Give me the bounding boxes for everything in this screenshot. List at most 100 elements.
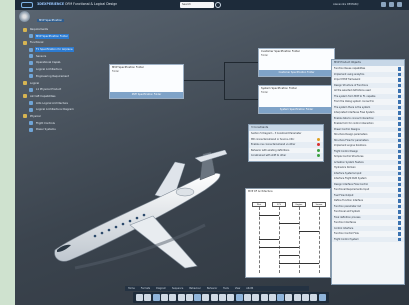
checkbox-icon[interactable] [397,155,401,159]
help-icon[interactable] [397,2,402,7]
sequence-message[interactable] [259,215,279,216]
measure-icon[interactable] [210,294,218,301]
checkbox-icon[interactable] [397,166,401,170]
checkbox-icon[interactable] [397,111,401,115]
checkbox-icon[interactable] [397,72,401,76]
action-bar-tab[interactable]: Tools [220,286,232,291]
tree-node[interactable]: F1 Specification for Airplane [23,47,119,54]
checkbox-icon[interactable] [397,138,401,142]
compass-logo-icon[interactable] [21,2,33,8]
checkbox-icon[interactable] [397,226,401,230]
action-bar-tab[interactable]: Diagram [153,286,169,291]
checkbox-icon[interactable] [397,127,401,131]
sequence-message[interactable] [299,231,319,232]
tree-node[interactable]: Logical Architecture [23,67,119,74]
checkbox-icon[interactable] [397,215,401,219]
undo-icon[interactable] [169,294,177,301]
tab-active[interactable]: MVP Specification [37,19,65,22]
airplane-3d-model[interactable] [35,150,265,280]
delete-icon[interactable] [202,294,210,301]
object-row[interactable]: Flight Control System [332,236,404,242]
checkbox-icon[interactable] [397,149,401,153]
tree-node[interactable]: Sensors [23,54,119,61]
search-input[interactable]: Search [180,2,214,8]
checkbox-icon[interactable] [397,160,401,164]
fit-icon[interactable] [243,294,251,301]
checkbox-icon[interactable] [397,67,401,71]
checkbox-icon[interactable] [397,188,401,192]
checkbox-icon[interactable] [397,237,401,241]
sequence-message[interactable] [259,239,279,240]
checkbox-icon[interactable] [397,221,401,225]
product-objects-panel[interactable]: MVP Product Objects Function Reuse capab… [331,59,405,285]
tree-node[interactable]: L1 Physical Product [23,87,119,94]
action-bar-tab[interactable]: Formats [138,286,153,291]
tree-node[interactable]: Logical Architecture Diagram [23,107,119,114]
checkbox-icon[interactable] [397,105,401,109]
grid-icon[interactable] [293,294,301,301]
action-bar-tab[interactable]: Home [125,286,138,291]
tree-node[interactable]: Aircraft Capabilities [23,94,119,101]
share-icon[interactable] [389,2,394,7]
tree-node[interactable]: MVP Specification Folder [23,33,119,41]
checkbox-icon[interactable] [397,100,401,104]
sequence-message[interactable] [279,255,299,256]
customer-spec-folder-block[interactable]: Customer Specification Folder Folder Cus… [258,48,335,77]
checkbox-icon[interactable] [397,83,401,87]
zoom-icon[interactable] [160,294,168,301]
camera-icon[interactable] [260,294,268,301]
compass-widget-icon[interactable] [19,11,30,22]
show-icon[interactable] [235,294,243,301]
constraint-row[interactable]: Constrained with shift to other [249,153,323,159]
checkbox-icon[interactable] [397,122,401,126]
snap-icon[interactable] [302,294,309,301]
section-icon[interactable] [219,294,226,301]
checkbox-icon[interactable] [397,177,401,181]
checkbox-icon[interactable] [397,199,401,203]
tree-node[interactable]: Physical [23,114,119,121]
tree-node[interactable]: Engineering Requirement [23,74,119,81]
checkbox-icon[interactable] [397,78,401,82]
rotate-icon[interactable] [152,294,160,301]
checkbox-icon[interactable] [397,193,401,197]
checkbox-icon[interactable] [397,116,401,120]
constraints-panel[interactable]: 3 Constraints Section 5 Diagram - 3 Cons… [248,124,324,162]
sequence-message[interactable] [279,223,299,224]
checkbox-icon[interactable] [397,144,401,148]
tree-node[interactable]: Flight Controls [23,121,119,128]
sequence-message[interactable] [279,263,319,264]
checkbox-icon[interactable] [397,89,401,93]
pan-icon[interactable] [144,294,152,301]
export-icon[interactable] [310,294,318,301]
hide-icon[interactable] [227,294,235,301]
action-bar-tab[interactable]: Sequence [169,286,186,291]
checkbox-icon[interactable] [397,182,401,186]
redo-icon[interactable] [177,294,185,301]
checkbox-icon[interactable] [397,133,401,137]
checkbox-icon[interactable] [397,171,401,175]
paste-icon[interactable] [194,294,202,301]
print-icon[interactable] [318,294,326,301]
mvp-spec-folder-block[interactable]: MVP Specification Folder Folder MVP Spec… [109,64,184,99]
system-spec-folder-block[interactable]: System Specification Folder Folder Syste… [258,85,335,114]
action-bar-tab[interactable]: AR-VR [243,286,256,291]
select-icon[interactable] [136,294,143,301]
checkbox-icon[interactable] [397,94,401,98]
copy-icon[interactable] [185,294,193,301]
play-icon[interactable] [268,294,276,301]
checkbox-icon[interactable] [397,204,401,208]
tree-node[interactable]: LOG Logical Architecture [23,101,119,108]
settings-icon[interactable] [285,294,293,301]
tree-node[interactable]: Power Systems [23,127,119,134]
tree-node[interactable]: Operational Capab. [23,60,119,67]
action-bar-tab[interactable]: View [232,286,243,291]
user-name[interactable]: Alexandra DEMARQ [333,3,358,6]
checkbox-icon[interactable] [397,210,401,214]
sequence-message[interactable] [259,247,299,248]
add-icon[interactable] [381,2,386,7]
checkbox-icon[interactable] [397,232,401,236]
render-icon[interactable] [252,294,260,301]
action-bar-tab[interactable]: Behavior [204,286,220,291]
tree-node[interactable]: Logical [23,81,119,88]
tree-node[interactable]: Requirements [23,27,119,34]
